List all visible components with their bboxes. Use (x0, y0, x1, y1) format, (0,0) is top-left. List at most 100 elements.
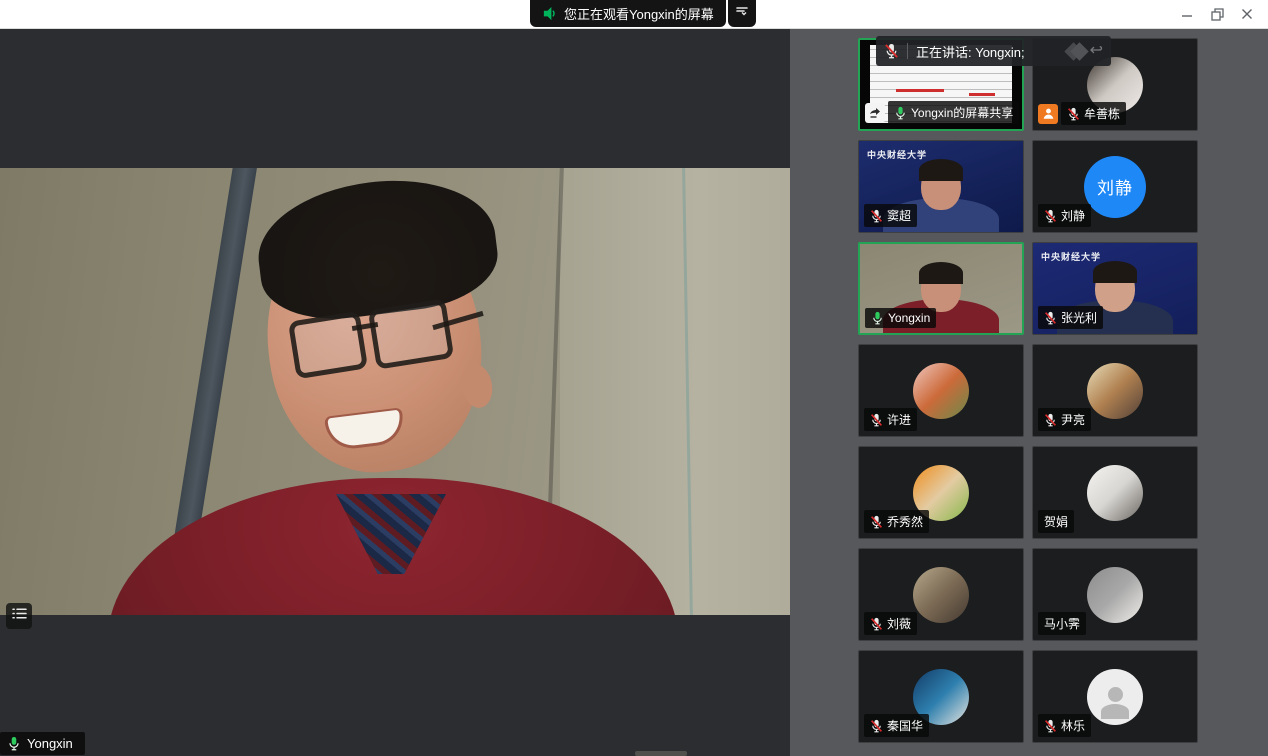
tile-footer: 秦国华 (864, 714, 929, 737)
name-label: 牟善栋 (1061, 102, 1126, 125)
restore-icon (1211, 8, 1224, 21)
participant-name: 贺娟 (1044, 513, 1068, 530)
participant-name: 窦超 (887, 207, 911, 224)
name-label: 马小霁 (1038, 612, 1086, 635)
participant-tile[interactable]: 马小霁 (1032, 548, 1198, 641)
participant-name: 刘薇 (887, 615, 911, 632)
name-label: 刘薇 (864, 612, 917, 635)
tile-footer: 马小霁 (1038, 612, 1086, 635)
tile-footer: 刘静 (1038, 204, 1091, 227)
main-speaker-video (0, 168, 790, 615)
restore-button[interactable] (1202, 0, 1232, 28)
mic-active-icon (871, 311, 884, 325)
mic-muted-icon (884, 43, 899, 59)
name-label: 窦超 (864, 204, 917, 227)
tile-footer: 牟善栋 (1038, 102, 1126, 125)
speaker-icon (542, 6, 557, 21)
participant-tile[interactable]: 许进 (858, 344, 1024, 437)
participant-name: 许进 (887, 411, 911, 428)
banner-watermark-icons: ↩ (1067, 43, 1103, 59)
name-label: 刘静 (1038, 204, 1091, 227)
participant-tile[interactable]: 尹亮 (1032, 344, 1198, 437)
mic-muted-icon (1067, 107, 1080, 121)
name-label: 尹亮 (1038, 408, 1091, 431)
close-icon (1241, 8, 1253, 20)
reply-arrow-icon: ↩ (1090, 43, 1103, 59)
screen-view-notification: 您正在观看Yongxin的屏幕 (530, 0, 756, 27)
participant-tile[interactable]: 乔秀然 (858, 446, 1024, 539)
participant-tile[interactable]: 刘薇 (858, 548, 1024, 641)
participant-name: Yongxin (888, 311, 930, 325)
avatar (1087, 567, 1143, 623)
mic-muted-icon (1044, 311, 1057, 325)
initials-avatar: 刘静 (1084, 156, 1146, 218)
participant-name: 马小霁 (1044, 615, 1080, 632)
participant-tile[interactable]: 中央财经大学 张光利 (1032, 242, 1198, 335)
participant-name: 林乐 (1061, 717, 1085, 734)
name-label: 张光利 (1038, 306, 1103, 329)
screen-view-notification-pill[interactable]: 您正在观看Yongxin的屏幕 (530, 0, 726, 27)
mic-muted-icon (1044, 719, 1057, 733)
notification-text: 您正在观看Yongxin的屏幕 (564, 4, 714, 23)
close-button[interactable] (1232, 0, 1262, 28)
mic-muted-icon (870, 413, 883, 427)
participant-name: 尹亮 (1061, 411, 1085, 428)
main-speaker-name-label: Yongxin (0, 732, 85, 755)
name-label: 秦国华 (864, 714, 929, 737)
name-label: 乔秀然 (864, 510, 929, 533)
participant-name: 刘静 (1061, 207, 1085, 224)
mic-muted-icon (870, 515, 883, 529)
participant-tile[interactable]: 中央财经大学 窦超 (858, 140, 1024, 233)
tile-footer: Yongxin的屏幕共享 (865, 101, 1019, 124)
participant-name: Yongxin的屏幕共享 (911, 104, 1013, 121)
mic-active-icon (894, 106, 907, 120)
participant-tile[interactable]: 刘静 刘静 (1032, 140, 1198, 233)
horizontal-scrollbar-thumb[interactable] (635, 751, 687, 756)
participant-name: 乔秀然 (887, 513, 923, 530)
name-label: 林乐 (1038, 714, 1091, 737)
presence-icon (1038, 104, 1058, 124)
avatar (1087, 465, 1143, 521)
name-label: Yongxin的屏幕共享 (888, 101, 1019, 124)
tile-footer: 林乐 (1038, 714, 1091, 737)
layout-list-icon (12, 607, 27, 625)
glasses (288, 311, 368, 380)
participant-tile[interactable]: Yongxin (858, 242, 1024, 335)
participant-name: 秦国华 (887, 717, 923, 734)
view-options-button[interactable] (6, 603, 32, 629)
person-hair (919, 159, 963, 181)
tile-footer: 尹亮 (1038, 408, 1091, 431)
screen-share-icon (865, 103, 885, 123)
window-controls (1172, 0, 1262, 28)
speaking-banner-text: 正在讲话: Yongxin; (916, 42, 1025, 61)
speaking-banner: 正在讲话: Yongxin; ↩ (876, 36, 1111, 66)
mic-muted-icon (870, 617, 883, 631)
minimize-button[interactable] (1172, 0, 1202, 28)
mic-muted-icon (1044, 209, 1057, 223)
participant-name: 牟善栋 (1084, 105, 1120, 122)
mic-active-icon (7, 736, 21, 751)
participant-tile[interactable]: 林乐 (1032, 650, 1198, 743)
name-label: 许进 (864, 408, 917, 431)
tile-footer: 张光利 (1038, 306, 1103, 329)
tile-footer: 刘薇 (864, 612, 917, 635)
participant-tile[interactable]: 贺娟 (1032, 446, 1198, 539)
minimize-icon (1181, 8, 1193, 20)
tile-footer: 窦超 (864, 204, 917, 227)
participant-tile[interactable]: 秦国华 (858, 650, 1024, 743)
avatar (1087, 363, 1143, 419)
main-speaker-name: Yongxin (27, 736, 73, 751)
name-label: 贺娟 (1038, 510, 1074, 533)
name-label: Yongxin (865, 308, 936, 328)
tile-footer: 乔秀然 (864, 510, 929, 533)
default-avatar (1087, 669, 1143, 725)
divider (907, 43, 908, 59)
mic-muted-icon (870, 719, 883, 733)
participant-grid: Yongxin的屏幕共享 牟善栋 中央财经大学 (858, 38, 1198, 743)
avatar (913, 363, 969, 419)
person-hair (1093, 261, 1137, 283)
main-video-art (0, 168, 790, 615)
notification-options-button[interactable] (728, 0, 756, 27)
options-menu-icon (735, 4, 749, 23)
main-video-region: Yongxin (0, 28, 790, 756)
